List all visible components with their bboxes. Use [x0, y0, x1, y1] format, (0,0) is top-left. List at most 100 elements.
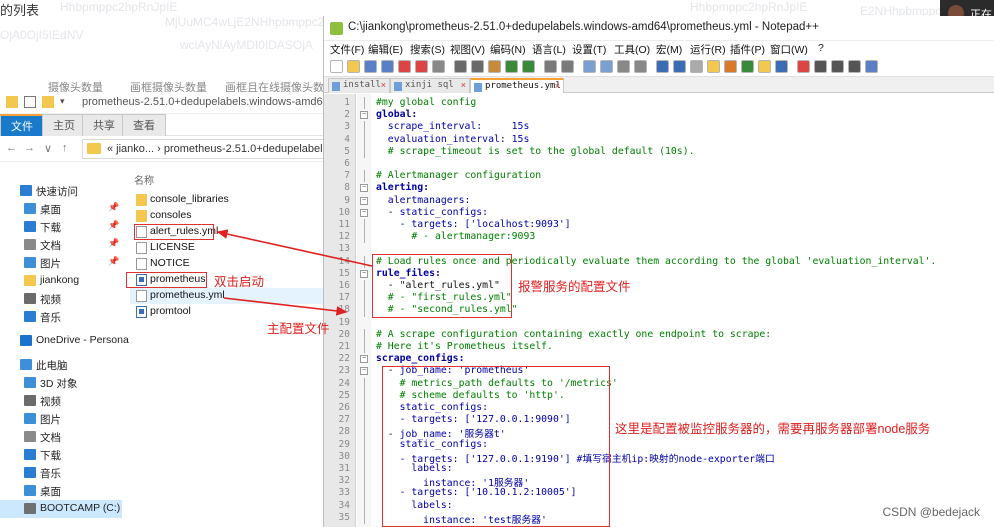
lang-icon[interactable]	[707, 60, 720, 73]
monitor-icon[interactable]	[775, 60, 788, 73]
close-icon[interactable]: ×	[381, 80, 386, 90]
file-list-item[interactable]: LICENSE	[130, 240, 330, 256]
nav-item[interactable]: BOOTCAMP (C:)	[0, 500, 122, 518]
menu-item[interactable]: 视图(V)	[450, 42, 485, 57]
nav-item[interactable]: 桌面	[0, 482, 122, 500]
open-file-icon[interactable]	[347, 60, 360, 73]
tab-xinji-sql[interactable]: xinji sql ×	[390, 78, 470, 93]
fold-toggle-icon[interactable]: −	[360, 269, 368, 278]
indent-guide-icon[interactable]	[690, 60, 703, 73]
file-list-item[interactable]: NOTICE	[130, 256, 330, 272]
nav-item[interactable]: 视频	[0, 290, 122, 308]
fold-toggle-icon[interactable]: −	[360, 184, 368, 193]
menu-item[interactable]: 搜索(S)	[410, 42, 445, 57]
properties-icon[interactable]	[24, 96, 36, 108]
record-icon[interactable]	[797, 60, 810, 73]
fold-toggle-icon[interactable]: −	[360, 111, 368, 120]
folder-workspace-icon[interactable]	[758, 60, 771, 73]
menu-item[interactable]: 语言(L)	[532, 42, 566, 57]
code-line[interactable]: evaluation_interval: 15s	[376, 134, 530, 145]
zoom-out-icon[interactable]	[600, 60, 613, 73]
ribbon-tab-share[interactable]: 共享	[82, 114, 126, 136]
func-list-icon[interactable]	[741, 60, 754, 73]
code-line[interactable]: alerting:	[376, 182, 429, 193]
nav-item[interactable]: 下载	[0, 446, 122, 464]
file-list-item[interactable]: consoles	[130, 208, 330, 224]
menu-item[interactable]: 窗口(W)	[770, 42, 808, 57]
address-bar[interactable]: « jianko... › prometheus-2.51.0+dedupela…	[82, 139, 342, 159]
nav-item[interactable]: 桌面 📌	[0, 200, 122, 218]
code-line[interactable]: - targets: ['localhost:9093']	[376, 219, 571, 230]
nav-item[interactable]: 文档	[0, 428, 122, 446]
zoom-in-icon[interactable]	[583, 60, 596, 73]
fold-toggle-icon[interactable]: −	[360, 367, 368, 376]
replace-icon[interactable]	[561, 60, 574, 73]
ribbon-tab-view[interactable]: 查看	[122, 114, 166, 136]
code-line[interactable]: # Alertmanager configuration	[376, 170, 541, 181]
close-icon[interactable]	[398, 60, 411, 73]
cut-icon[interactable]	[454, 60, 467, 73]
play-multi-icon[interactable]	[848, 60, 861, 73]
code-line[interactable]: # Here it's Prometheus itself.	[376, 341, 553, 352]
menu-item[interactable]: 设置(T)	[572, 42, 606, 57]
ribbon-tab-file[interactable]: 文件	[0, 114, 44, 136]
new-file-icon[interactable]	[330, 60, 343, 73]
menu-item[interactable]: 宏(M)	[656, 42, 682, 57]
nav-item[interactable]: 下载 📌	[0, 218, 122, 236]
find-icon[interactable]	[544, 60, 557, 73]
back-arrow-icon[interactable]: ←	[6, 142, 17, 154]
nav-item[interactable]: jiankong	[0, 272, 122, 290]
menu-item[interactable]: 插件(P)	[730, 42, 765, 57]
code-line[interactable]: # A scrape configuration containing exac…	[376, 329, 771, 340]
code-line[interactable]: global:	[376, 109, 417, 120]
code-line[interactable]: scrape_configs:	[376, 353, 464, 364]
menu-item[interactable]: ?	[818, 42, 824, 54]
menu-item[interactable]: 编码(N)	[490, 42, 526, 57]
new-folder-icon[interactable]	[42, 96, 54, 108]
menu-item[interactable]: 工具(O)	[614, 42, 650, 57]
undo-icon[interactable]	[505, 60, 518, 73]
nav-item[interactable]: 视频	[0, 392, 122, 410]
nav-item[interactable]: OneDrive - Persona	[0, 332, 129, 350]
sync-v-icon[interactable]	[617, 60, 630, 73]
nav-item[interactable]: 此电脑	[0, 356, 122, 374]
nav-item[interactable]: 音乐	[0, 464, 122, 482]
tab-install[interactable]: install ×	[328, 78, 390, 93]
tab-prometheus-yml[interactable]: prometheus.yml ×	[470, 78, 564, 93]
fold-toggle-icon[interactable]: −	[360, 208, 368, 217]
menu-item[interactable]: 文件(F)	[330, 42, 364, 57]
file-list-item[interactable]: console_libraries	[130, 192, 330, 208]
nav-item[interactable]: 3D 对象	[0, 374, 122, 392]
stop-icon[interactable]	[814, 60, 827, 73]
save-all-icon[interactable]	[381, 60, 394, 73]
fold-toggle-icon[interactable]: −	[360, 355, 368, 364]
paste-icon[interactable]	[488, 60, 501, 73]
sync-h-icon[interactable]	[634, 60, 647, 73]
save-icon[interactable]	[364, 60, 377, 73]
nav-item[interactable]: 文档 📌	[0, 236, 122, 254]
menu-item[interactable]: 编辑(E)	[368, 42, 403, 57]
copy-icon[interactable]	[471, 60, 484, 73]
wrap-icon[interactable]	[656, 60, 669, 73]
code-line[interactable]: alertmanagers:	[376, 195, 471, 206]
fold-toggle-icon[interactable]: −	[360, 196, 368, 205]
recent-chevron-icon[interactable]: ∨	[44, 142, 52, 155]
close-icon[interactable]: ×	[461, 80, 466, 90]
redo-icon[interactable]	[522, 60, 535, 73]
file-list-item[interactable]: prometheus.yml	[130, 288, 330, 304]
close-icon[interactable]: ×	[555, 81, 560, 91]
code-line[interactable]: - static_configs:	[376, 207, 488, 218]
all-chars-icon[interactable]	[673, 60, 686, 73]
code-line[interactable]: scrape_interval: 15s	[376, 121, 530, 132]
close-all-icon[interactable]	[415, 60, 428, 73]
code-line[interactable]: #my global config	[376, 97, 476, 108]
nav-item[interactable]: 快速访问	[0, 182, 122, 200]
save-macro-icon[interactable]	[865, 60, 878, 73]
nav-item[interactable]: 图片 📌	[0, 254, 122, 272]
print-icon[interactable]	[432, 60, 445, 73]
forward-arrow-icon[interactable]: →	[24, 142, 35, 154]
nav-item[interactable]: 图片	[0, 410, 122, 428]
chevron-down-icon[interactable]: ▾	[60, 96, 72, 108]
menu-item[interactable]: 运行(R)	[690, 42, 726, 57]
up-arrow-icon[interactable]: ↑	[62, 142, 68, 154]
